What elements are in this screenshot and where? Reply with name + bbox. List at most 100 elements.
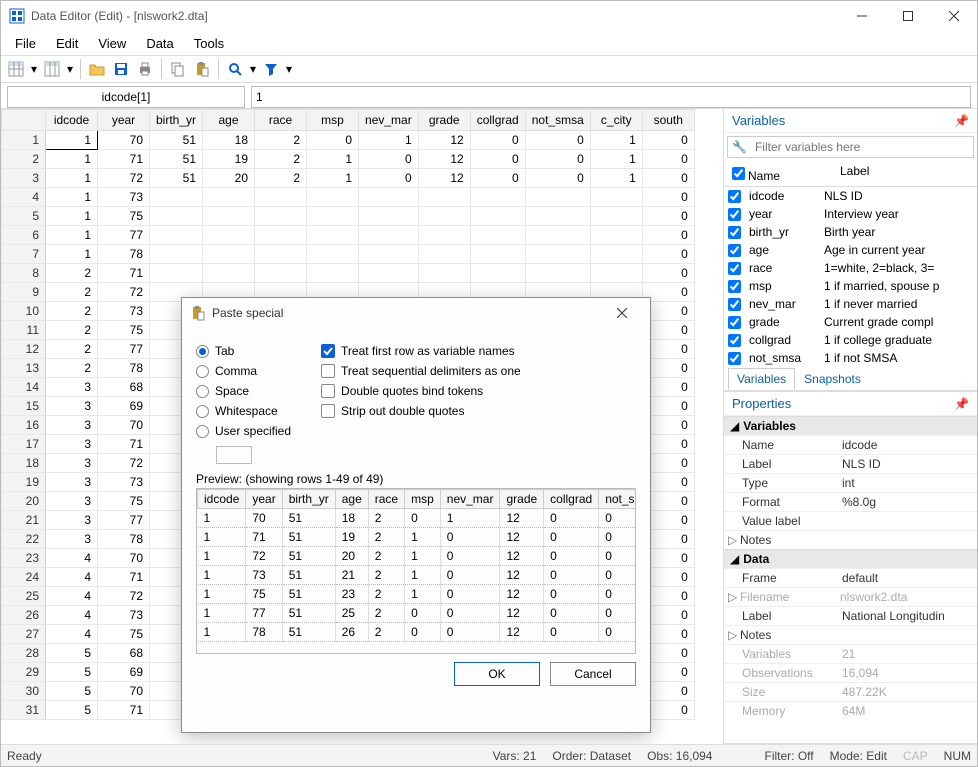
- cell[interactable]: [150, 207, 203, 226]
- cell[interactable]: [418, 188, 470, 207]
- properties-list[interactable]: ◢VariablesNameidcodeLabelNLS IDTypeintFo…: [724, 416, 977, 743]
- cell[interactable]: 73: [98, 302, 150, 321]
- cell[interactable]: 0: [525, 131, 590, 150]
- cell[interactable]: 12: [418, 131, 470, 150]
- filter-icon[interactable]: [260, 58, 282, 80]
- cell[interactable]: [525, 226, 590, 245]
- variable-check[interactable]: [728, 334, 741, 347]
- cell[interactable]: [203, 245, 255, 264]
- cell[interactable]: [203, 264, 255, 283]
- cell[interactable]: 70: [98, 416, 150, 435]
- cell[interactable]: [359, 188, 419, 207]
- row-header[interactable]: 25: [2, 587, 46, 606]
- cell[interactable]: 1: [590, 169, 642, 188]
- row-header[interactable]: 20: [2, 492, 46, 511]
- property-row[interactable]: LabelNLS ID: [724, 454, 977, 473]
- cell[interactable]: 51: [150, 131, 203, 150]
- cell[interactable]: [150, 245, 203, 264]
- grid-browse-icon[interactable]: [41, 58, 63, 80]
- cell[interactable]: [470, 226, 525, 245]
- cell[interactable]: [418, 245, 470, 264]
- cell[interactable]: [525, 245, 590, 264]
- cell[interactable]: 0: [359, 150, 419, 169]
- row-header[interactable]: 30: [2, 682, 46, 701]
- cell[interactable]: 12: [418, 150, 470, 169]
- row-header[interactable]: 4: [2, 188, 46, 207]
- print-icon[interactable]: [134, 58, 156, 80]
- paste-icon[interactable]: [191, 58, 213, 80]
- cell[interactable]: 2: [46, 321, 98, 340]
- check-seq-delims[interactable]: Treat sequential delimiters as one: [321, 364, 521, 378]
- cell[interactable]: [255, 264, 307, 283]
- cell[interactable]: [525, 207, 590, 226]
- column-header[interactable]: collgrad: [470, 110, 525, 131]
- menu-view[interactable]: View: [88, 34, 136, 53]
- tab-snapshots[interactable]: Snapshots: [795, 368, 870, 390]
- cell[interactable]: 1: [590, 131, 642, 150]
- column-header[interactable]: race: [255, 110, 307, 131]
- cell[interactable]: [203, 226, 255, 245]
- cell[interactable]: 0: [525, 169, 590, 188]
- cell[interactable]: [307, 207, 359, 226]
- variable-check[interactable]: [728, 226, 741, 239]
- variable-row[interactable]: collgrad1 if college graduate: [724, 331, 977, 349]
- search-dropdown[interactable]: ▾: [248, 62, 258, 76]
- property-row[interactable]: Nameidcode: [724, 435, 977, 454]
- cell[interactable]: [203, 207, 255, 226]
- row-header[interactable]: 27: [2, 625, 46, 644]
- pin-icon[interactable]: 📌: [954, 397, 969, 411]
- column-header[interactable]: c_city: [590, 110, 642, 131]
- property-row[interactable]: Variables21: [724, 644, 977, 663]
- variable-row[interactable]: gradeCurrent grade compl: [724, 313, 977, 331]
- maximize-button[interactable]: [885, 1, 931, 31]
- save-icon[interactable]: [110, 58, 132, 80]
- row-header[interactable]: 19: [2, 473, 46, 492]
- property-group[interactable]: ◢Variables: [724, 416, 977, 435]
- cell[interactable]: 75: [98, 207, 150, 226]
- variable-check[interactable]: [728, 244, 741, 257]
- cell[interactable]: 0: [642, 188, 694, 207]
- cell[interactable]: 1: [46, 226, 98, 245]
- variable-check[interactable]: [728, 352, 741, 365]
- cell[interactable]: 72: [98, 169, 150, 188]
- menu-tools[interactable]: Tools: [184, 34, 234, 53]
- dialog-close-button[interactable]: [602, 299, 642, 327]
- cell[interactable]: 72: [98, 587, 150, 606]
- row-header[interactable]: 15: [2, 397, 46, 416]
- cell-value-input[interactable]: 1: [251, 86, 971, 108]
- variable-check[interactable]: [728, 280, 741, 293]
- cell[interactable]: 75: [98, 492, 150, 511]
- cell[interactable]: [590, 188, 642, 207]
- cell[interactable]: 72: [98, 283, 150, 302]
- cell[interactable]: 3: [46, 511, 98, 530]
- cell[interactable]: 2: [255, 131, 307, 150]
- cell[interactable]: 69: [98, 663, 150, 682]
- row-header[interactable]: 18: [2, 454, 46, 473]
- cell[interactable]: 5: [46, 663, 98, 682]
- tab-variables[interactable]: Variables: [728, 368, 795, 390]
- cell[interactable]: 0: [359, 169, 419, 188]
- variables-list[interactable]: idcodeNLS IDyearInterview yearbirth_yrBi…: [724, 187, 977, 367]
- row-header[interactable]: 11: [2, 321, 46, 340]
- cell[interactable]: [307, 264, 359, 283]
- cell[interactable]: 2: [46, 340, 98, 359]
- column-header[interactable]: msp: [307, 110, 359, 131]
- cell[interactable]: [418, 264, 470, 283]
- property-row[interactable]: Memory64M: [724, 701, 977, 720]
- property-row[interactable]: Framedefault: [724, 568, 977, 587]
- row-header[interactable]: 28: [2, 644, 46, 663]
- row-header[interactable]: 21: [2, 511, 46, 530]
- cell[interactable]: [307, 245, 359, 264]
- cell[interactable]: 77: [98, 511, 150, 530]
- cell[interactable]: 1: [46, 188, 98, 207]
- cell[interactable]: 1: [46, 207, 98, 226]
- search-icon[interactable]: [224, 58, 246, 80]
- cell[interactable]: 3: [46, 416, 98, 435]
- variable-check[interactable]: [728, 262, 741, 275]
- cell[interactable]: 73: [98, 473, 150, 492]
- cell-reference-input[interactable]: idcode[1]: [7, 86, 245, 108]
- pin-icon[interactable]: 📌: [954, 114, 969, 128]
- variable-row[interactable]: idcodeNLS ID: [724, 187, 977, 205]
- cell[interactable]: 1: [359, 131, 419, 150]
- column-header[interactable]: south: [642, 110, 694, 131]
